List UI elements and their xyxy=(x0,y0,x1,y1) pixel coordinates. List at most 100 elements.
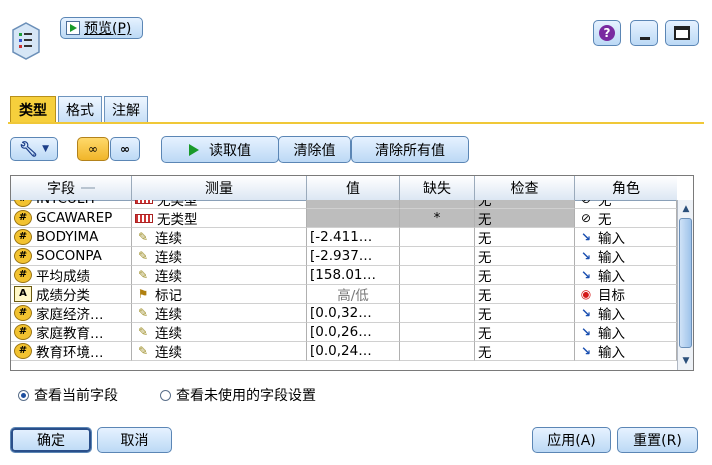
cell-missing[interactable] xyxy=(400,200,475,209)
cell-measure[interactable]: 无类型 xyxy=(132,200,307,209)
view-current-fields-option[interactable]: 查看当前字段 xyxy=(18,385,118,405)
cell-missing[interactable]: * xyxy=(400,209,475,228)
header-measure[interactable]: 测量 xyxy=(132,176,307,200)
radio-current-fields[interactable] xyxy=(18,389,29,401)
table-row[interactable]: # 平均成绩 ✎ 连续 [158.01… 无 ↘ 输入 xyxy=(11,266,677,285)
table-row[interactable]: # 教育环境… ✎ 连续 [0.0,24… 无 ↘ 输入 xyxy=(11,342,677,361)
read-values-button[interactable]: 读取值 xyxy=(161,136,279,163)
scroll-thumb[interactable] xyxy=(679,218,692,348)
cell-missing[interactable] xyxy=(400,323,475,342)
cell-role[interactable]: ↘ 输入 xyxy=(575,266,677,285)
cell-check[interactable]: 无 xyxy=(475,323,575,342)
cell-measure[interactable]: ✎ 连续 xyxy=(132,247,307,266)
table-row[interactable]: #INTCULTP无类型 无⊘无 xyxy=(11,200,677,209)
chevron-down-icon: ▼ xyxy=(42,144,49,154)
cell-field[interactable]: #INTCULTP xyxy=(11,200,132,209)
header-missing[interactable]: 缺失 xyxy=(400,176,475,200)
cell-role[interactable]: ↘ 输入 xyxy=(575,323,677,342)
header-values[interactable]: 值 xyxy=(307,176,400,200)
tab-types[interactable]: 类型 xyxy=(10,96,56,122)
cell-check[interactable]: 无 xyxy=(475,247,575,266)
cell-missing[interactable] xyxy=(400,247,475,266)
scroll-down-icon[interactable]: ▼ xyxy=(678,354,693,368)
header-field[interactable]: 字段 xyxy=(11,176,132,200)
cell-value[interactable] xyxy=(307,209,400,228)
view-unused-settings-option[interactable]: 查看未使用的字段设置 xyxy=(160,385,316,405)
cell-field[interactable]: A 成绩分类 xyxy=(11,285,132,304)
table-row[interactable]: # BODYIMA ✎ 连续 [-2.411… 无 ↘ 输入 xyxy=(11,228,677,247)
ok-button[interactable]: 确定 xyxy=(10,427,92,453)
cell-missing[interactable] xyxy=(400,304,475,323)
cell-check[interactable]: 无 xyxy=(475,209,575,228)
cell-missing[interactable] xyxy=(400,342,475,361)
view-toggle-current[interactable]: ∞ xyxy=(77,137,109,161)
maximize-button[interactable] xyxy=(665,20,699,46)
cell-role[interactable]: ↘ 输入 xyxy=(575,304,677,323)
cell-role[interactable]: ⊘无 xyxy=(575,209,677,228)
cell-value[interactable]: [0.0,26… xyxy=(307,323,400,342)
table-row[interactable]: A 成绩分类 ⚑ 标记 高/低 无 ◉ 目标 xyxy=(11,285,677,304)
cell-measure[interactable]: ✎ 连续 xyxy=(132,304,307,323)
minimize-button[interactable] xyxy=(630,20,658,46)
cell-field[interactable]: # 家庭教育… xyxy=(11,323,132,342)
input-arrow-icon: ↘ xyxy=(580,268,592,282)
apply-button[interactable]: 应用(A) xyxy=(532,427,611,453)
cell-field[interactable]: # SOCONPA xyxy=(11,247,132,266)
tab-annotations[interactable]: 注解 xyxy=(104,96,148,122)
cell-field[interactable]: # 教育环境… xyxy=(11,342,132,361)
cell-value[interactable]: [-2.411… xyxy=(307,228,400,247)
scroll-up-icon[interactable]: ▲ xyxy=(678,202,693,216)
cell-check[interactable]: 无 xyxy=(475,266,575,285)
cell-role[interactable]: ↘ 输入 xyxy=(575,342,677,361)
tools-dropdown-button[interactable]: 🔧︎ ▼ xyxy=(10,137,58,161)
cell-measure[interactable]: ✎ 连续 xyxy=(132,323,307,342)
cell-measure[interactable]: ✎ 连续 xyxy=(132,342,307,361)
table-row[interactable]: # GCAWAREP 无类型 * 无 ⊘ 无 xyxy=(11,209,677,228)
cell-check[interactable]: 无 xyxy=(475,228,575,247)
cell-measure[interactable]: ✎ 连续 xyxy=(132,228,307,247)
cell-role[interactable]: ⊘无 xyxy=(575,200,677,209)
cell-measure[interactable]: 无类型 xyxy=(132,209,307,228)
header-check[interactable]: 检查 xyxy=(475,176,575,200)
ruler-icon: ✎ xyxy=(137,268,149,282)
cell-role[interactable]: ↘ 输入 xyxy=(575,228,677,247)
radio-unused-settings[interactable] xyxy=(160,389,171,401)
numeric-field-icon: # xyxy=(14,248,32,264)
tab-format[interactable]: 格式 xyxy=(58,96,102,122)
cell-measure[interactable]: ✎ 连续 xyxy=(132,266,307,285)
cell-value[interactable]: 高/低 xyxy=(307,285,400,304)
table-row[interactable]: # 家庭教育… ✎ 连续 [0.0,26… 无 ↘ 输入 xyxy=(11,323,677,342)
clear-all-values-button[interactable]: 清除所有值 xyxy=(351,136,469,163)
cell-check[interactable]: 无 xyxy=(475,342,575,361)
type-node-icon xyxy=(10,21,42,61)
cell-role[interactable]: ↘ 输入 xyxy=(575,247,677,266)
cell-missing[interactable] xyxy=(400,266,475,285)
cell-missing[interactable] xyxy=(400,228,475,247)
cell-value[interactable]: [158.01… xyxy=(307,266,400,285)
numeric-field-icon: # xyxy=(14,210,32,226)
cell-measure[interactable]: ⚑ 标记 xyxy=(132,285,307,304)
cell-missing[interactable] xyxy=(400,285,475,304)
cell-check[interactable]: 无 xyxy=(475,304,575,323)
cell-role[interactable]: ◉ 目标 xyxy=(575,285,677,304)
table-row[interactable]: # SOCONPA ✎ 连续 [-2.937… 无 ↘ 输入 xyxy=(11,247,677,266)
preview-button[interactable]: 预览(P) xyxy=(60,17,143,39)
cell-check[interactable]: 无 xyxy=(475,285,575,304)
cancel-button[interactable]: 取消 xyxy=(97,427,172,453)
cell-field[interactable]: # BODYIMA xyxy=(11,228,132,247)
view-toggle-unused[interactable]: ∞ xyxy=(110,137,140,161)
cell-field[interactable]: # GCAWAREP xyxy=(11,209,132,228)
cell-field[interactable]: # 平均成绩 xyxy=(11,266,132,285)
cell-value[interactable] xyxy=(307,200,400,209)
header-role[interactable]: 角色 xyxy=(575,176,677,200)
help-button[interactable]: ? xyxy=(593,20,621,46)
cell-value[interactable]: [0.0,24… xyxy=(307,342,400,361)
cell-value[interactable]: [0.0,32… xyxy=(307,304,400,323)
table-scrollbar[interactable]: ▲ ▼ xyxy=(677,200,693,370)
clear-values-button[interactable]: 清除值 xyxy=(278,136,351,163)
cell-check[interactable]: 无 xyxy=(475,200,575,209)
table-row[interactable]: # 家庭经济… ✎ 连续 [0.0,32… 无 ↘ 输入 xyxy=(11,304,677,323)
cell-value[interactable]: [-2.937… xyxy=(307,247,400,266)
reset-button[interactable]: 重置(R) xyxy=(617,427,698,453)
cell-field[interactable]: # 家庭经济… xyxy=(11,304,132,323)
